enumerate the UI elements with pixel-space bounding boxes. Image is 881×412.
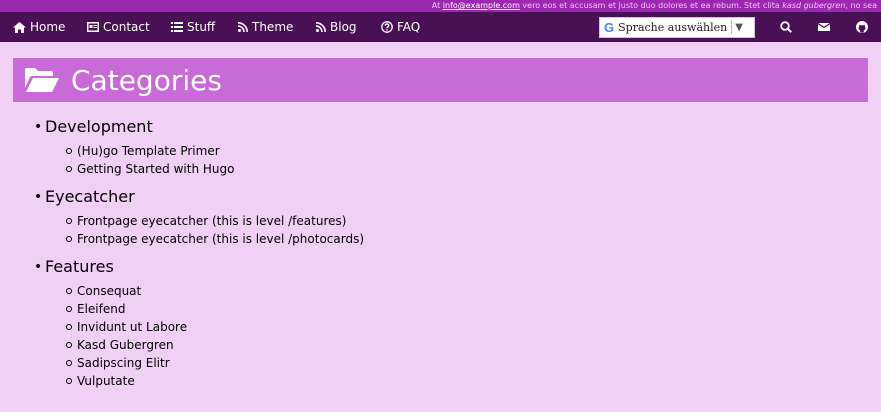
category-list-container: Development (Hu)go Template Primer Getti… (34, 116, 364, 398)
announcement-rest: et justo duo dolores et ea rebum. Stet c… (605, 1, 783, 10)
post-link[interactable]: (Hu)go Template Primer (77, 144, 220, 158)
list-item: Frontpage eyecatcher (this is level /pho… (66, 230, 364, 248)
post-link[interactable]: Consequat (77, 284, 141, 298)
top-announcement-bar: At info@example.com vero eos et accusam … (0, 0, 881, 12)
list-item: Invidunt ut Labore (66, 318, 364, 336)
list-item: Frontpage eyecatcher (this is level /fea… (66, 212, 364, 230)
category-item: Development (Hu)go Template Primer Getti… (34, 116, 364, 178)
nav-blog[interactable]: Blog (316, 12, 357, 42)
github-icon (856, 21, 868, 33)
rss-icon (238, 22, 248, 32)
nav-blog-label: Blog (330, 20, 357, 34)
list-item: (Hu)go Template Primer (66, 142, 364, 160)
list-icon (171, 22, 183, 32)
list-item: Consequat (66, 282, 364, 300)
search-icon (780, 21, 792, 33)
language-selector[interactable]: G Sprache auswählen ▼ (599, 16, 755, 38)
post-link[interactable]: Vulputate (77, 374, 135, 388)
question-circle-icon (381, 21, 393, 33)
announcement-prefix: At (431, 1, 443, 10)
list-item: Eleifend (66, 300, 364, 318)
nav-theme-label: Theme (252, 20, 294, 34)
post-link[interactable]: Frontpage eyecatcher (this is level /fea… (77, 214, 346, 228)
post-list: (Hu)go Template Primer Getting Started w… (45, 142, 364, 178)
home-icon (13, 21, 26, 33)
email-button[interactable] (805, 12, 843, 42)
post-link[interactable]: Kasd Gubergren (77, 338, 174, 352)
category-title-eyecatcher[interactable]: Eyecatcher (45, 186, 364, 208)
envelope-icon (818, 23, 830, 31)
chevron-down-icon: ▼ (735, 21, 743, 33)
nav-home[interactable]: Home (13, 12, 65, 42)
nav-contact-label: Contact (103, 20, 150, 34)
announcement-end: , no sea (845, 1, 877, 10)
post-link[interactable]: Invidunt ut Labore (77, 320, 187, 334)
announcement-kasd: kasd gubergren (782, 1, 846, 10)
rss-icon (316, 22, 326, 32)
email-link[interactable]: info@example.com (443, 1, 520, 10)
nav-stuff[interactable]: Stuff (171, 12, 215, 42)
category-title-features[interactable]: Features (45, 256, 364, 278)
list-item: Sadipscing Elitr (66, 354, 364, 372)
nav-home-label: Home (30, 20, 66, 34)
search-button[interactable] (767, 12, 805, 42)
page-title-bar: Categories (13, 58, 868, 102)
category-list: Development (Hu)go Template Primer Getti… (34, 116, 364, 390)
category-item: Eyecatcher Frontpage eyecatcher (this is… (34, 186, 364, 248)
nav-stuff-label: Stuff (187, 20, 216, 34)
language-selector-label: Sprache auswählen (618, 20, 728, 34)
nav-contact[interactable]: Contact (87, 12, 150, 42)
contact-card-icon (87, 22, 99, 32)
post-list: Consequat Eleifend Invidunt ut Labore Ka… (45, 282, 364, 390)
category-item: Features Consequat Eleifend Invidunt ut … (34, 256, 364, 390)
announcement-mid: vero eos et (519, 1, 570, 10)
language-selector-divider (731, 20, 733, 34)
nav-faq[interactable]: FAQ (381, 12, 420, 42)
list-item: Kasd Gubergren (66, 336, 364, 354)
nav-faq-label: FAQ (397, 20, 421, 34)
google-logo-icon: G (604, 19, 615, 35)
nav-right-group: G Sprache auswählen ▼ (599, 12, 881, 42)
page-title: Categories (71, 63, 222, 97)
nav-theme[interactable]: Theme (238, 12, 293, 42)
list-item: Getting Started with Hugo (66, 160, 364, 178)
post-link[interactable]: Sadipscing Elitr (77, 356, 170, 370)
post-link[interactable]: Getting Started with Hugo (77, 162, 234, 176)
post-link[interactable]: Frontpage eyecatcher (this is level /pho… (77, 232, 364, 246)
list-item: Vulputate (66, 372, 364, 390)
category-title-development[interactable]: Development (45, 116, 364, 138)
folder-open-icon (25, 68, 59, 92)
announcement-accusam: accusam (569, 1, 606, 10)
post-link[interactable]: Eleifend (77, 302, 125, 316)
post-list: Frontpage eyecatcher (this is level /fea… (45, 212, 364, 248)
main-navbar: Home Contact Stuff Theme Blog FAQ G Spra… (0, 12, 881, 42)
github-button[interactable] (843, 12, 881, 42)
